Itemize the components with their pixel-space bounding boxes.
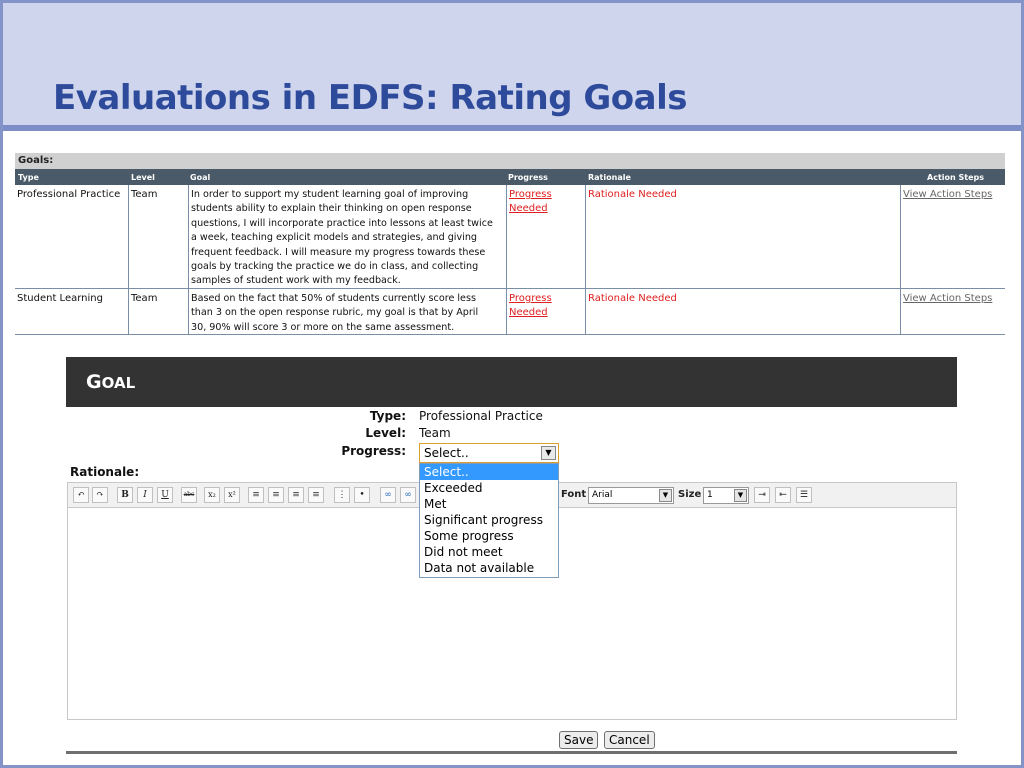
goal-level: Team xyxy=(128,289,189,334)
goal-panel: GOAL Type: Professional Practice Level: … xyxy=(66,357,957,755)
goals-header-row: Type Level Goal Progress Rationale Actio… xyxy=(15,169,1005,185)
unordered-list-icon[interactable]: • xyxy=(354,487,370,503)
column-header-goal: Goal xyxy=(190,173,211,182)
goal-type: Student Learning xyxy=(17,293,103,304)
justify-icon[interactable]: ≡ xyxy=(308,487,324,503)
align-left-icon[interactable]: ≡ xyxy=(248,487,264,503)
goal-level: Team xyxy=(128,185,189,288)
superscript-button[interactable]: x² xyxy=(224,487,240,503)
type-value: Professional Practice xyxy=(419,409,543,423)
goal-text-line: than 3 on the open response rubric, my g… xyxy=(191,307,479,319)
table-row: Student Learning Team Based on the fact … xyxy=(15,289,1005,335)
dropdown-option[interactable]: Exceeded xyxy=(420,480,558,496)
dropdown-option[interactable]: Data not available xyxy=(420,560,558,576)
unlink-icon[interactable]: ∞ xyxy=(400,487,416,503)
cancel-button[interactable]: Cancel xyxy=(604,731,655,749)
chevron-down-icon[interactable]: ▼ xyxy=(734,489,747,502)
type-label: Type: xyxy=(369,409,406,423)
progress-needed-link[interactable]: Progress Needed xyxy=(506,185,586,288)
chevron-down-icon[interactable]: ▼ xyxy=(541,446,556,460)
progress-link-line[interactable]: Progress xyxy=(509,188,584,202)
dropdown-option[interactable]: Select.. xyxy=(420,464,558,480)
column-header-level: Level xyxy=(131,173,155,182)
indent-icon[interactable]: ⇥ xyxy=(754,487,770,503)
goal-text-line: questions, I will incorporate practice i… xyxy=(191,217,493,229)
dropdown-option[interactable]: Did not meet xyxy=(420,544,558,560)
subscript-button[interactable]: x₂ xyxy=(204,487,220,503)
size-select-value: 1 xyxy=(707,490,713,500)
redo-icon[interactable]: ↷ xyxy=(92,487,108,503)
align-right-icon[interactable]: ≡ xyxy=(288,487,304,503)
goal-text-line: In order to support my student learning … xyxy=(191,189,469,200)
font-select[interactable]: Arial ▼ xyxy=(588,487,674,504)
underline-button[interactable]: U xyxy=(157,487,173,503)
goal-panel-header: GOAL xyxy=(66,357,957,407)
dropdown-option[interactable]: Met xyxy=(420,496,558,512)
progress-link-line[interactable]: Progress xyxy=(509,292,584,306)
table-row: Professional Practice Team In order to s… xyxy=(15,185,1005,289)
column-header-type: Type xyxy=(18,173,39,182)
goal-text-line: frequent feedback. I will measure my pro… xyxy=(191,246,486,258)
rationale-label: Rationale: xyxy=(70,465,140,479)
dropdown-option[interactable]: Some progress xyxy=(420,528,558,544)
goal-type: Professional Practice xyxy=(17,189,121,200)
level-value: Team xyxy=(419,426,451,440)
title-divider xyxy=(3,125,1021,131)
save-button[interactable]: Save xyxy=(559,731,599,749)
view-action-steps-link[interactable]: View Action Steps xyxy=(900,185,1005,288)
view-action-steps-link[interactable]: View Action Steps xyxy=(900,289,1005,334)
goal-text-line: Based on the fact that 50% of students c… xyxy=(191,293,476,304)
horizontal-rule-icon[interactable]: ☰ xyxy=(796,487,812,503)
goal-text-line: goals by tracking the practice we do in … xyxy=(191,261,479,273)
progress-dropdown: Select.. Exceeded Met Significant progre… xyxy=(419,463,559,578)
goal-text: Based on the fact that 50% of students c… xyxy=(188,289,507,334)
view-action-steps-label[interactable]: View Action Steps xyxy=(903,189,992,200)
progress-label: Progress: xyxy=(341,444,406,458)
progress-link-line[interactable]: Needed xyxy=(509,202,584,216)
goal-text-line: samples of student work with my feedback… xyxy=(191,275,401,287)
column-header-progress: Progress xyxy=(508,173,548,182)
level-label: Level: xyxy=(365,426,406,440)
align-center-icon[interactable]: ≡ xyxy=(268,487,284,503)
dropdown-option[interactable]: Significant progress xyxy=(420,512,558,528)
chevron-down-icon[interactable]: ▼ xyxy=(659,489,672,502)
size-select[interactable]: 1 ▼ xyxy=(703,487,749,504)
font-select-value: Arial xyxy=(592,490,613,500)
undo-icon[interactable]: ↶ xyxy=(73,487,89,503)
bold-button[interactable]: B xyxy=(117,487,133,503)
panel-title-rest: OAL xyxy=(101,374,136,392)
rationale-needed: Rationale Needed xyxy=(585,289,901,334)
progress-select[interactable]: Select.. ▼ xyxy=(419,443,559,463)
link-icon[interactable]: ∞ xyxy=(380,487,396,503)
column-header-rationale: Rationale xyxy=(588,173,631,182)
panel-bottom-rule xyxy=(66,751,957,754)
column-header-action-steps: Action Steps xyxy=(927,173,984,182)
goal-text: In order to support my student learning … xyxy=(188,185,507,288)
progress-link-line[interactable]: Needed xyxy=(509,306,584,320)
size-label: Size xyxy=(678,489,702,500)
progress-needed-link[interactable]: Progress Needed xyxy=(506,289,586,334)
rationale-needed: Rationale Needed xyxy=(585,185,901,288)
slide-title: Evaluations in EDFS: Rating Goals xyxy=(53,78,687,118)
view-action-steps-label[interactable]: View Action Steps xyxy=(903,293,992,304)
progress-select-value: Select.. xyxy=(424,446,469,460)
ordered-list-icon[interactable]: ⋮ xyxy=(334,487,350,503)
goal-text-line: a week, teaching explicit models and str… xyxy=(191,232,477,244)
goals-table: Goals: Type Level Goal Progress Rational… xyxy=(15,153,1005,335)
goal-text-line: students ability to explain their thinki… xyxy=(191,203,472,215)
italic-button[interactable]: I xyxy=(137,487,153,503)
outdent-icon[interactable]: ⇤ xyxy=(775,487,791,503)
strikethrough-button[interactable]: abc xyxy=(181,487,197,503)
goal-text-line: 30, 90% will score 3 or more on the same… xyxy=(191,321,455,333)
goals-caption: Goals: xyxy=(15,153,1005,169)
panel-title-initial: G xyxy=(86,371,102,393)
font-label: Font xyxy=(561,489,587,500)
